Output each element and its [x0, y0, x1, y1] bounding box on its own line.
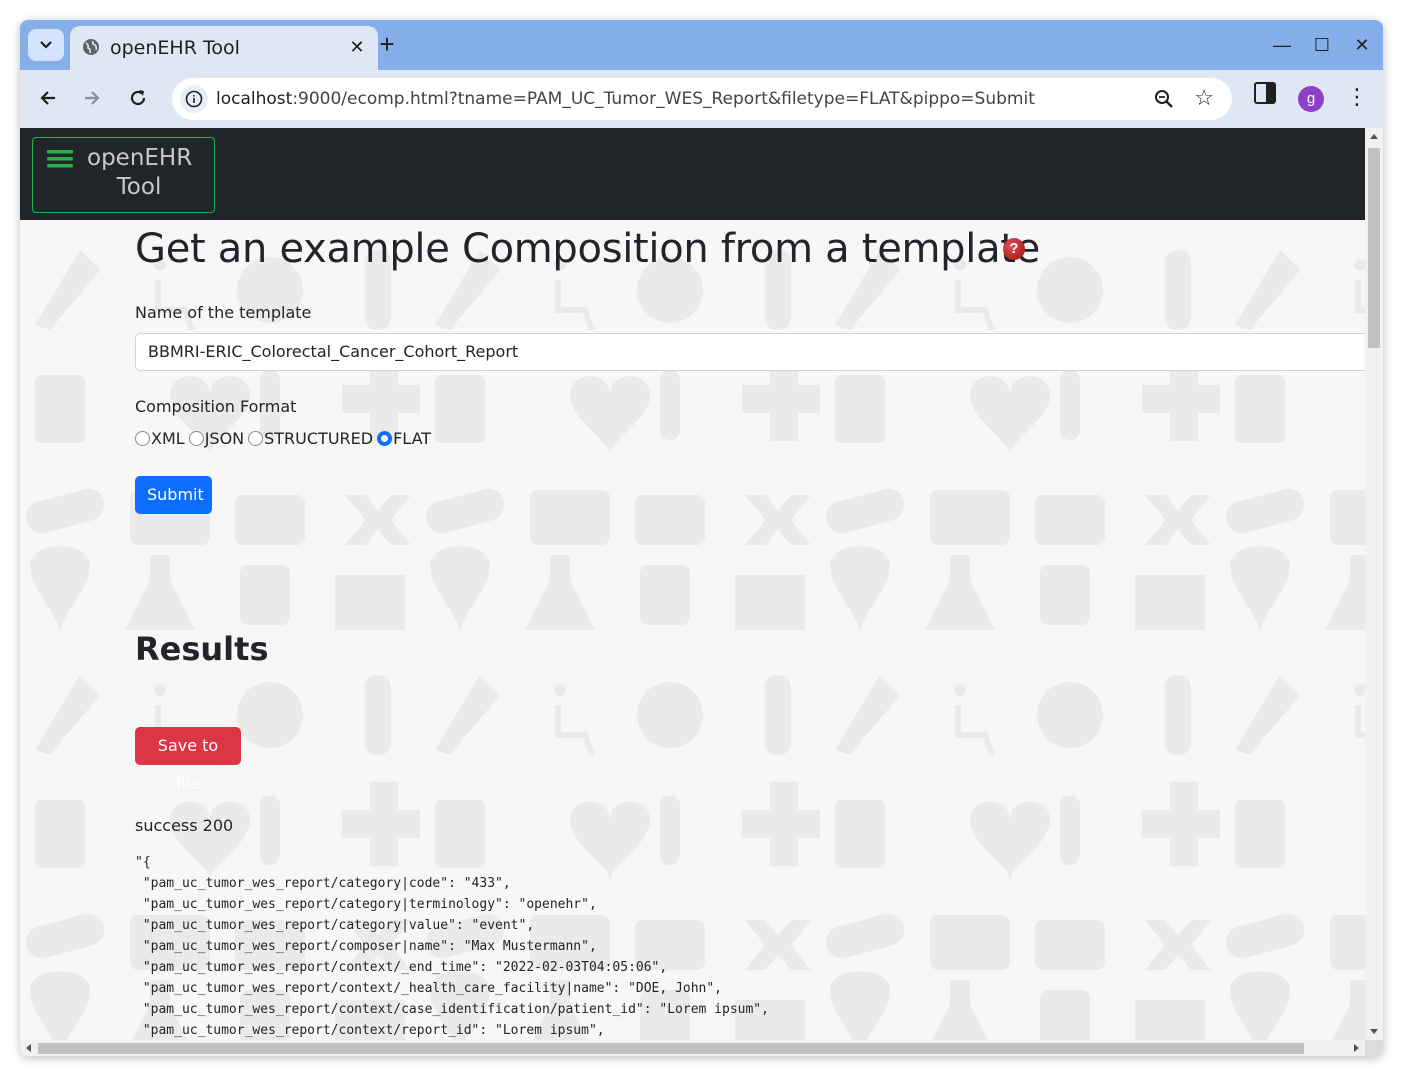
more-menu-icon[interactable]: ⋮ — [1346, 84, 1368, 112]
brand-name[interactable]: openEHR Tool — [87, 144, 193, 202]
brand-line-2: Tool — [116, 174, 162, 200]
output-line: "pam_uc_tumor_wes_report/context/report_… — [135, 1023, 605, 1038]
forward-icon[interactable] — [76, 82, 108, 114]
radio-structured[interactable] — [248, 431, 264, 446]
bookmark-star-icon[interactable]: ☆ — [1194, 85, 1214, 111]
horizontal-scrollbar[interactable] — [20, 1040, 1365, 1056]
radio-structured-label[interactable]: STRUCTURED — [264, 429, 373, 448]
browser-toolbar: localhost:9000/ecomp.html?tname=PAM_UC_T… — [20, 70, 1383, 128]
page-title: Get an example Composition from a templa… — [135, 226, 1040, 272]
url-host: localhost — [216, 89, 293, 109]
url-text: localhost:9000/ecomp.html?tname=PAM_UC_T… — [216, 89, 1035, 109]
help-question-icon[interactable]: ? — [1003, 238, 1025, 260]
hamburger-menu-icon[interactable] — [47, 149, 75, 169]
back-icon[interactable] — [32, 82, 64, 114]
site-info-icon[interactable] — [180, 85, 208, 113]
horizontal-scroll-thumb[interactable] — [38, 1043, 1304, 1054]
save-to-file-button[interactable]: Save to file — [135, 727, 241, 793]
output-line: "{ — [135, 855, 151, 870]
browser-tab[interactable]: openEHR Tool ✕ — [70, 26, 378, 70]
reload-icon[interactable] — [122, 82, 154, 114]
tab-search-button[interactable] — [28, 29, 64, 61]
tab-strip: openEHR Tool ✕ + — ☐ ✕ — [20, 20, 1383, 70]
vertical-scrollbar[interactable] — [1365, 128, 1383, 1040]
output-line: "pam_uc_tumor_wes_report/category|code":… — [135, 876, 511, 891]
output-line: "pam_uc_tumor_wes_report/context/_health… — [135, 981, 722, 996]
url-path: :9000/ecomp.html?tname=PAM_UC_Tumor_WES_… — [292, 89, 1035, 109]
output-line: "pam_uc_tumor_wes_report/category|termin… — [135, 897, 597, 912]
output-line: "pam_uc_tumor_wes_report/context/_end_ti… — [135, 960, 668, 975]
scrollbar-corner — [1365, 1040, 1383, 1056]
page-viewport: openEHR Tool Get an example Composition … — [20, 128, 1365, 1040]
maximize-icon[interactable]: ☐ — [1310, 34, 1334, 58]
top-navbar: openEHR Tool — [20, 128, 1365, 220]
output-line: "pam_uc_tumor_wes_report/composer|name":… — [135, 939, 597, 954]
format-radio-group: XML JSON STRUCTURED FLAT — [135, 429, 435, 448]
profile-avatar[interactable]: g — [1298, 86, 1324, 112]
chevron-down-icon — [40, 41, 52, 49]
minimize-icon[interactable]: — — [1270, 34, 1294, 58]
output-line: "pam_uc_tumor_wes_report/context/case_id… — [135, 1002, 769, 1017]
address-bar[interactable]: localhost:9000/ecomp.html?tname=PAM_UC_T… — [172, 78, 1232, 120]
radio-xml[interactable] — [135, 431, 150, 446]
scroll-up-arrow-icon[interactable] — [1370, 134, 1378, 139]
radio-json-label[interactable]: JSON — [205, 429, 244, 448]
template-name-input[interactable]: BBMRI-ERIC_Colorectal_Cancer_Cohort_Repo… — [135, 333, 1365, 371]
new-tab-button[interactable]: + — [372, 30, 402, 60]
composition-output: "{ "pam_uc_tumor_wes_report/category|cod… — [135, 852, 769, 1040]
side-panel-icon[interactable] — [1254, 82, 1276, 104]
scroll-down-arrow-icon[interactable] — [1370, 1029, 1378, 1034]
submit-button[interactable]: Submit — [135, 476, 212, 514]
scroll-left-arrow-icon[interactable] — [26, 1044, 31, 1052]
vertical-scroll-thumb[interactable] — [1368, 148, 1380, 348]
radio-json[interactable] — [188, 431, 204, 446]
close-window-icon[interactable]: ✕ — [1350, 34, 1374, 58]
template-name-label: Name of the template — [135, 303, 312, 322]
radio-flat-label[interactable]: FLAT — [393, 429, 431, 448]
composition-format-label: Composition Format — [135, 397, 297, 416]
radio-xml-label[interactable]: XML — [151, 429, 185, 448]
browser-window: openEHR Tool ✕ + — ☐ ✕ localhost:9000/ec… — [20, 20, 1383, 1056]
response-status: success 200 — [135, 816, 234, 835]
brand-line-1: openEHR — [87, 145, 193, 171]
radio-flat[interactable] — [377, 431, 393, 446]
zoom-icon[interactable] — [1152, 87, 1176, 111]
brand-menu-toggle[interactable]: openEHR Tool — [32, 137, 215, 213]
globe-icon — [83, 39, 99, 55]
scroll-right-arrow-icon[interactable] — [1354, 1044, 1359, 1052]
output-line: "pam_uc_tumor_wes_report/category|value"… — [135, 918, 535, 933]
close-tab-icon[interactable]: ✕ — [346, 36, 368, 58]
tab-title: openEHR Tool — [110, 37, 240, 59]
results-heading: Results — [135, 630, 269, 668]
